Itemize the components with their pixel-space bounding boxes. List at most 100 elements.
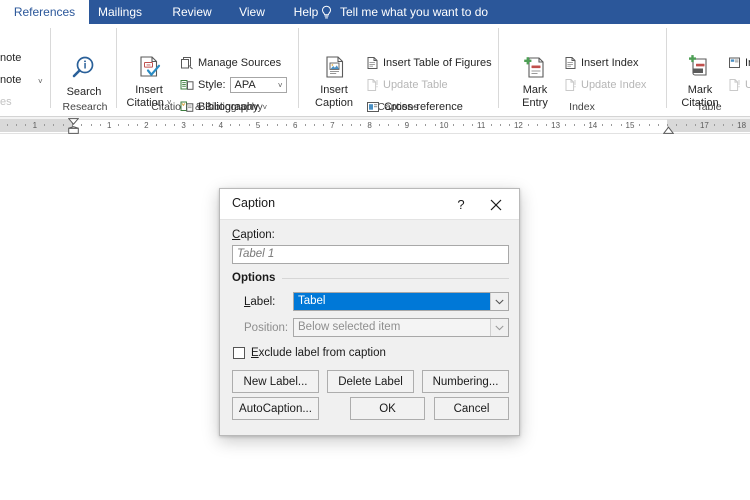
- tell-me-text: Tell me what you want to do: [340, 5, 489, 19]
- insert-endnote-item[interactable]: note: [0, 74, 21, 86]
- delete-label-button[interactable]: Delete Label: [327, 370, 414, 393]
- group-separator: [666, 28, 667, 108]
- ruler-tick: [602, 124, 603, 126]
- ruler-tick: [649, 124, 650, 126]
- ruler-tick: [574, 124, 575, 126]
- update-index-icon: [565, 79, 576, 91]
- numbering-button[interactable]: Numbering...: [422, 370, 509, 393]
- insert-table-of-figures-button[interactable]: Insert Table of Figures: [366, 56, 492, 70]
- mark-citation-button[interactable]: Mark Citation: [672, 54, 728, 109]
- ruler-tick: [676, 124, 677, 126]
- tab-references[interactable]: References: [0, 0, 89, 24]
- tab-view[interactable]: View: [225, 0, 279, 24]
- exclude-label-checkbox[interactable]: Exclude label from caption: [233, 347, 386, 359]
- manage-sources-icon: [181, 57, 193, 70]
- bibliography-button[interactable]: Bibliography ˅: [180, 100, 267, 114]
- chevron-down-icon[interactable]: ˅: [263, 103, 268, 112]
- mark-citation-icon: [689, 55, 707, 76]
- insert-caption-label-1: Insert: [320, 84, 348, 96]
- chevron-down-icon[interactable]: ˅: [167, 97, 172, 110]
- ruler-tick: [658, 124, 659, 126]
- tell-me-box[interactable]: Tell me what you want to do: [320, 0, 488, 24]
- ruler-number: 14: [588, 121, 598, 130]
- update-table-icon: [367, 79, 378, 91]
- insert-table-of-authorities-label: In: [745, 57, 750, 69]
- hanging-indent-marker-icon[interactable]: [68, 126, 79, 134]
- citation-style-dropdown[interactable]: APA ˅: [229, 77, 287, 93]
- group-separator: [50, 28, 51, 108]
- group-separator: [498, 28, 499, 108]
- ruler-number: 2: [144, 121, 149, 130]
- ruler-tick: [500, 124, 501, 126]
- group-label-research: Research: [62, 101, 108, 113]
- ruler-tick: [7, 124, 8, 126]
- position-dropdown-value: Below selected item: [298, 321, 401, 333]
- tab-mailings[interactable]: Mailings: [84, 0, 156, 24]
- horizontal-ruler[interactable]: 1 1 2 3 4 5 6 7 8 9 10 11 12 13 14 15 17 18: [0, 117, 750, 134]
- ruler-track: [0, 119, 750, 134]
- ruler-tick: [230, 124, 231, 126]
- manage-sources-label: Manage Sources: [198, 57, 282, 69]
- position-dropdown: Below selected item: [293, 318, 509, 337]
- ruler-tick: [453, 124, 454, 126]
- chevron-down-icon[interactable]: ˅: [38, 77, 43, 86]
- ruler-tick: [16, 124, 17, 126]
- update-index-label: Update Index: [581, 79, 647, 91]
- ribbon-content: Research Citations & Bibliography Captio…: [0, 24, 750, 127]
- ruler-tick: [360, 124, 361, 126]
- insert-citation-button[interactable]: Insert Citation ˅: [121, 54, 177, 109]
- ruler-number: 18: [737, 121, 747, 130]
- ruler-tick: [537, 124, 538, 126]
- tab-review[interactable]: Review: [160, 0, 224, 24]
- ok-button[interactable]: OK: [350, 397, 425, 420]
- chevron-down-icon: [490, 319, 508, 336]
- position-field-label: Position:: [244, 322, 289, 334]
- insert-citation-label-1: Insert: [135, 84, 163, 96]
- mark-entry-button[interactable]: Mark Entry: [510, 54, 560, 109]
- ruler-tick: [63, 124, 64, 126]
- ruler-tick: [639, 124, 640, 126]
- mark-citation-label-1: Mark: [687, 84, 713, 96]
- insert-footnote-item[interactable]: note: [0, 52, 21, 64]
- ruler-number: 8: [367, 121, 372, 130]
- dialog-title: Caption: [232, 196, 276, 210]
- new-label-button[interactable]: New Label...: [232, 370, 319, 393]
- cancel-button[interactable]: Cancel: [434, 397, 509, 420]
- ruler-tick: [584, 124, 585, 126]
- ruler-tick: [491, 124, 492, 126]
- options-group-divider: [282, 278, 509, 279]
- insert-index-button[interactable]: Insert Index: [564, 56, 638, 70]
- search-button-label: Search: [66, 86, 102, 98]
- style-control: Style: APA ˅: [180, 77, 287, 93]
- ruler-number: 9: [404, 121, 410, 130]
- word-application-window: References Mailings Review View Help Tel…: [0, 0, 750, 500]
- ruler-tick: [435, 124, 436, 126]
- first-line-indent-marker-icon[interactable]: [68, 118, 79, 125]
- ruler-tick: [174, 124, 175, 126]
- insert-table-of-figures-label: Insert Table of Figures: [383, 57, 492, 69]
- chevron-down-icon[interactable]: [490, 293, 508, 310]
- ruler-number: 3: [181, 121, 186, 130]
- close-button[interactable]: [483, 194, 509, 215]
- chevron-down-icon: ˅: [277, 80, 283, 90]
- dialog-title-bar[interactable]: Caption ?: [220, 189, 519, 220]
- manage-sources-button[interactable]: Manage Sources: [180, 56, 281, 70]
- label-dropdown[interactable]: Tabel: [293, 292, 509, 311]
- help-button[interactable]: ?: [450, 195, 472, 214]
- ruler-tick: [472, 124, 473, 126]
- insert-table-of-authorities-button[interactable]: In: [728, 56, 750, 70]
- ruler-tick: [156, 124, 157, 126]
- cross-reference-button[interactable]: Cross-reference: [366, 100, 463, 114]
- ruler-tick: [695, 124, 696, 126]
- search-button[interactable]: Search: [58, 54, 110, 99]
- right-indent-marker-icon[interactable]: [663, 126, 674, 134]
- mark-entry-label-1: Mark: [522, 84, 548, 96]
- insert-citation-icon: [140, 56, 161, 77]
- ruler-number: 11: [477, 121, 486, 130]
- lightbulb-icon: [321, 5, 332, 18]
- ruler-tick: [351, 124, 352, 126]
- autocaption-button[interactable]: AutoCaption...: [232, 397, 319, 420]
- caption-input[interactable]: Tabel 1: [232, 245, 509, 264]
- ruler-tick: [249, 124, 250, 126]
- insert-caption-button[interactable]: Insert Caption: [306, 54, 362, 109]
